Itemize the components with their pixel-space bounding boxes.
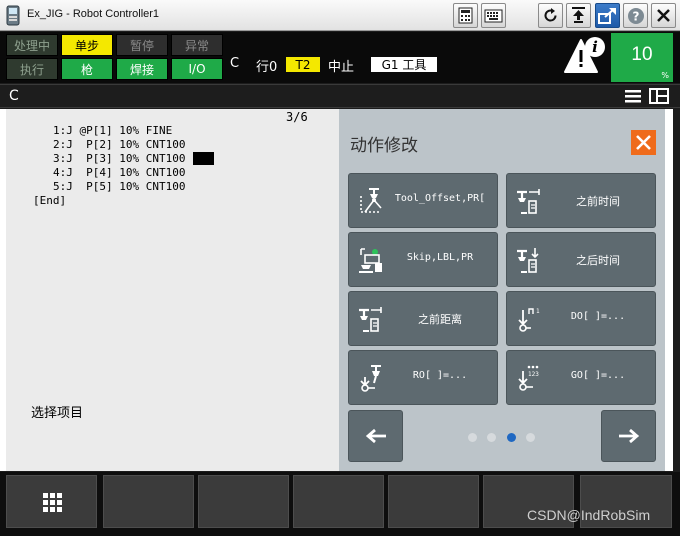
indicator-step: 单步 <box>61 34 113 56</box>
robot-output-button[interactable]: RO[ ]=... <box>348 350 498 405</box>
svg-text:?: ? <box>632 9 639 23</box>
alert-info-icon[interactable]: i <box>563 36 609 76</box>
fkey-2[interactable] <box>198 475 289 528</box>
digital-output-button[interactable]: 1 DO[ ]=... <box>506 291 656 346</box>
teach-pendant-icon <box>6 5 20 26</box>
override-unit: % <box>661 71 669 80</box>
help-button[interactable]: ? <box>623 3 648 28</box>
page-dot-1[interactable] <box>468 433 477 442</box>
screen-switch-button[interactable] <box>595 3 620 28</box>
window-title: Ex_JIG - Robot Controller1 <box>27 8 160 20</box>
speed-override[interactable]: 10 % <box>611 33 673 82</box>
program-line-5[interactable]: 5:J P[5] 10% CNT100 <box>53 180 185 193</box>
close-x-icon <box>636 135 651 150</box>
keypad-icon <box>458 7 473 24</box>
close-icon <box>657 9 670 22</box>
split-view-icon[interactable] <box>649 88 669 104</box>
fkey-menu[interactable] <box>6 475 97 528</box>
screen-switch-icon <box>598 8 616 24</box>
override-value: 10 <box>631 44 653 65</box>
title-bar: Ex_JIG - Robot Controller1 ? <box>0 0 680 31</box>
digital-output-label: DO[ ]=... <box>570 311 626 322</box>
prompt-text: 选择项目 <box>31 406 84 421</box>
indicator-weld: 焊接 <box>116 58 168 80</box>
skip-icon <box>359 248 382 273</box>
svg-text:i: i <box>592 38 598 56</box>
group-tool-badge: G1 工具 <box>371 57 437 72</box>
group-output-label: GO[ ]=... <box>570 370 626 381</box>
next-page-button[interactable] <box>601 410 656 462</box>
program-line-4[interactable]: 4:J P[4] 10% CNT100 <box>53 166 185 179</box>
fkey-4[interactable] <box>388 475 479 528</box>
distance-before-icon <box>359 307 382 332</box>
time-before-button[interactable]: 之前时间 <box>506 173 656 228</box>
page-dot-4[interactable] <box>526 433 535 442</box>
program-line-3[interactable]: 3:J P[3] 10% CNT100 <box>53 152 185 165</box>
robot-output-label: RO[ ]=... <box>412 370 468 381</box>
keyboard-icon <box>484 9 503 22</box>
group-output-icon: 123 <box>518 365 539 391</box>
time-after-label: 之后时间 <box>576 254 620 267</box>
status-program: C <box>230 56 240 71</box>
refresh-button[interactable] <box>538 3 563 28</box>
breadcrumb-label: C <box>9 88 19 104</box>
svg-text:123: 123 <box>528 371 539 378</box>
indicator-fault: 异常 <box>171 34 223 56</box>
step-button[interactable] <box>566 3 591 28</box>
skip-lbl-pr-label: Skip,LBL,PR <box>406 252 474 263</box>
step-icon <box>572 7 585 23</box>
distance-before-button[interactable]: 之前距离 <box>348 291 498 346</box>
prev-page-button[interactable] <box>348 410 403 462</box>
tool-offset-label: Tool_Offset,PR[ <box>394 193 486 204</box>
fkey-1[interactable] <box>103 475 194 528</box>
watermark: CSDN@IndRobSim <box>527 507 651 523</box>
time-after-icon <box>517 248 539 273</box>
indicator-gun: 枪 <box>61 58 113 80</box>
program-end-marker[interactable]: [End] <box>33 194 66 207</box>
panel-title: 动作修改 <box>350 136 418 156</box>
tool-offset-button[interactable]: Tool_Offset,PR[ <box>348 173 498 228</box>
keypad-button[interactable] <box>453 3 478 28</box>
panel-edge <box>665 109 673 471</box>
panel-close-button[interactable] <box>631 130 656 155</box>
status-line: 行0 <box>256 60 278 75</box>
cursor-position: 3/6 <box>286 110 308 124</box>
page-dot-2[interactable] <box>487 433 496 442</box>
skip-lbl-pr-button[interactable]: Skip,LBL,PR <box>348 232 498 287</box>
indicator-busy: 处理中 <box>6 34 58 56</box>
distance-before-label: 之前距离 <box>418 313 462 326</box>
program-line-1[interactable]: 1:J @P[1] 10% FINE <box>53 124 172 137</box>
indicator-hold: 暂停 <box>116 34 168 56</box>
time-after-button[interactable]: 之后时间 <box>506 232 656 287</box>
time-before-icon <box>517 189 540 214</box>
grid-menu-icon <box>42 492 62 512</box>
refresh-icon <box>544 8 557 22</box>
fkey-3[interactable] <box>293 475 384 528</box>
edit-cursor <box>193 152 214 165</box>
robot-output-icon <box>360 365 381 392</box>
indicator-io: I/O <box>171 58 223 80</box>
keyboard-button[interactable] <box>481 3 506 28</box>
program-line-2[interactable]: 2:J P[2] 10% CNT100 <box>53 138 185 151</box>
tool-offset-icon <box>360 188 382 213</box>
indicator-run: 执行 <box>6 58 58 80</box>
page-dot-3[interactable] <box>507 433 516 442</box>
menu-icon[interactable] <box>625 89 641 104</box>
mode-badge: T2 <box>286 57 320 72</box>
time-before-label: 之前时间 <box>576 195 620 208</box>
breadcrumb: C <box>0 84 680 108</box>
close-window-button[interactable] <box>651 3 676 28</box>
arrow-left-icon <box>365 428 386 444</box>
arrow-right-icon <box>618 428 639 444</box>
help-icon: ? <box>627 7 644 24</box>
svg-text:1: 1 <box>536 308 540 315</box>
digital-output-icon: 1 <box>518 308 540 332</box>
status-state: 中止 <box>328 60 355 75</box>
group-output-button[interactable]: 123 GO[ ]=... <box>506 350 656 405</box>
